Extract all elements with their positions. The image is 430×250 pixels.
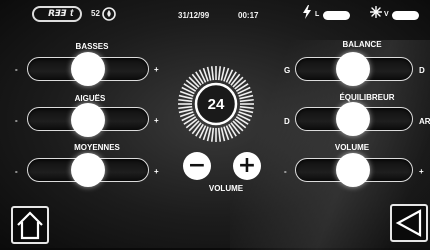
- volume-min: -: [284, 167, 287, 176]
- light-flag: V: [384, 11, 389, 18]
- moyennes-max: +: [154, 167, 159, 176]
- bolt-icon: [303, 5, 311, 19]
- volume-dial-tick: [239, 98, 254, 103]
- volume-dial-tick: [206, 127, 212, 142]
- back-button[interactable]: [390, 204, 428, 242]
- battery-indicator: [323, 11, 350, 20]
- moyennes-label: MOYENNES: [74, 143, 120, 152]
- volume-dial-tick: [217, 127, 222, 142]
- volume-slider-label: VOLUME: [334, 143, 370, 152]
- volume-dial-tick: [220, 66, 226, 81]
- volume-up-button[interactable]: +: [233, 152, 261, 180]
- volume-dial-tick: [178, 108, 193, 114]
- balance-min: G: [284, 66, 291, 75]
- aigues-label: AIGUËS: [74, 94, 106, 103]
- date-display: 31/12/99: [178, 11, 210, 20]
- equilibreur-knob[interactable]: [336, 102, 370, 136]
- equilibreur-label: ÉQUILIBREUR: [339, 93, 395, 102]
- basses-max: +: [154, 65, 159, 74]
- moyennes-knob[interactable]: [71, 153, 105, 187]
- balance-knob[interactable]: [336, 52, 370, 86]
- volume-max: +: [419, 167, 424, 176]
- volume-dial-tick: [239, 94, 254, 100]
- aigues-min: -: [15, 116, 18, 125]
- basses-knob[interactable]: [71, 52, 105, 86]
- volume-center-label: VOLUME: [208, 184, 244, 193]
- back-triangle-icon: [395, 209, 422, 237]
- brand-logo-suffix: t: [70, 8, 74, 19]
- audio-settings-screen: RƎƎ t 52 31/12/99 00:17 L V BASSES - + A…: [0, 0, 430, 250]
- home-icon: [17, 211, 43, 240]
- home-button[interactable]: [11, 206, 49, 244]
- volume-dial-tick: [178, 94, 193, 100]
- equilibreur-max: AR: [419, 117, 430, 126]
- volume-knob[interactable]: [336, 153, 370, 187]
- volume-dial-tick: [239, 108, 254, 114]
- light-indicator: [392, 11, 419, 20]
- volume-dial-tick: [178, 105, 193, 110]
- basses-label: BASSES: [75, 42, 109, 51]
- volume-down-button[interactable]: −: [183, 152, 211, 180]
- sun-icon: [370, 6, 382, 18]
- battery-flag: L: [315, 11, 320, 18]
- basses-min: -: [15, 65, 18, 74]
- brand-logo: RƎƎ: [32, 6, 82, 22]
- time-display: 00:17: [238, 11, 259, 20]
- volume-dial-tick: [210, 127, 215, 142]
- volume-dial-tick: [220, 127, 226, 142]
- volume-dial-tick: [206, 66, 212, 81]
- balance-label: BALANCE: [342, 40, 382, 49]
- equilibreur-min: D: [284, 117, 290, 126]
- aigues-max: +: [154, 116, 159, 125]
- volume-dial-tick: [217, 66, 222, 81]
- moyennes-min: -: [15, 167, 18, 176]
- balance-max: D: [419, 66, 425, 75]
- volume-dial-tick: [178, 98, 193, 103]
- aigues-knob[interactable]: [71, 103, 105, 137]
- volume-dial-tick: [210, 66, 215, 81]
- volume-value: 24: [207, 96, 225, 113]
- temperature-value: 52: [91, 9, 100, 18]
- droplet-icon: [102, 7, 116, 21]
- volume-dial-tick: [239, 105, 254, 110]
